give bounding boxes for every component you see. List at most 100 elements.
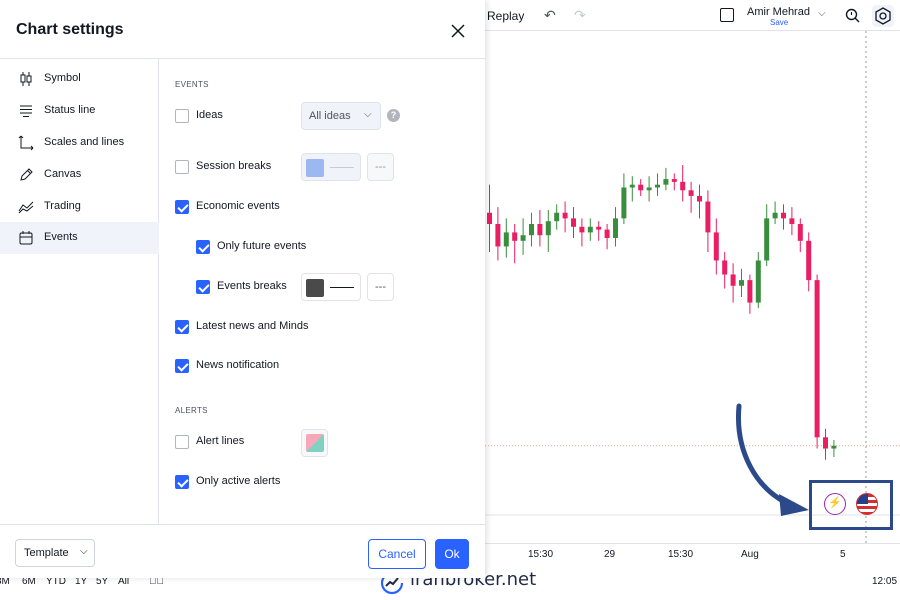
candle [487,184,492,253]
candle-body [503,232,509,247]
time-tick-label: 29 [604,549,616,560]
candle [520,218,526,255]
undo-icon[interactable]: ↶ [544,7,556,24]
candle [629,176,635,202]
clock[interactable]: 12:05 [872,576,897,587]
news-notification-label: News notification [196,359,280,371]
candle [613,207,618,247]
only-active-alerts-label: Only active alerts [196,475,281,487]
candle-body [806,240,812,281]
sidebar-item-canvas[interactable]: Canvas [0,159,159,191]
candle [529,212,534,247]
candle [789,207,795,236]
candle [621,173,627,224]
scales-icon [18,135,34,151]
quick-search-icon[interactable] [844,7,862,25]
only-future-events-checkbox[interactable] [196,240,210,254]
candle-body [638,184,644,191]
ideas-row[interactable]: Ideas [175,106,295,128]
session-breaks-style-button[interactable]: --- [367,153,394,181]
latest-news-checkbox[interactable] [175,320,189,334]
candlestick-chart[interactable] [485,31,900,543]
candle [730,263,736,303]
candle-body [545,221,551,236]
candle-body [512,232,518,241]
trading-icon [18,201,34,214]
user-name[interactable]: Amir Mehrad [747,6,810,18]
events-breaks-color-button[interactable] [301,273,361,301]
candle-body [831,445,837,449]
line-preview [330,287,354,288]
economic-events-row[interactable]: Economic events [175,197,315,219]
news-notification-checkbox[interactable] [175,359,189,373]
save-label[interactable]: Save [770,18,788,27]
alert-lines-checkbox[interactable] [175,435,189,449]
settings-hex-icon[interactable] [872,5,894,27]
layout-checkbox[interactable] [720,8,734,22]
candle [814,274,820,449]
economic-events-checkbox[interactable] [175,200,189,214]
chevron-down-icon[interactable]: ⌵ [818,8,826,19]
candle [755,252,761,309]
candle [646,176,652,202]
candle-body [562,212,568,219]
sidebar-item-symbol[interactable]: Symbol [0,63,159,95]
candle [806,232,812,292]
candle [579,218,585,247]
alert-lines-row[interactable]: Alert lines [175,432,295,454]
ideas-select[interactable]: All ideas ⌵ [301,102,381,130]
redo-icon[interactable]: ↷ [574,7,586,24]
template-dropdown[interactable]: Template ⌵ [15,539,95,567]
candle-body [730,274,736,286]
time-tick-label: 15:30 [668,549,694,560]
latest-news-row[interactable]: Latest news and Minds [175,317,335,339]
session-breaks-row[interactable]: Session breaks [175,157,295,179]
only-future-events-row[interactable]: Only future events [196,237,336,259]
news-notification-row[interactable]: News notification [175,356,315,378]
sidebar-item-label: Symbol [44,72,81,84]
chart-top-toolbar: Replay ↶ ↷ Amir Mehrad Save ⌵ [485,0,900,31]
sidebar-item-status-line[interactable]: Status line [0,95,159,127]
sidebar-item-events[interactable]: Events [0,222,159,254]
candle-body [671,179,677,182]
candle-body [579,226,585,233]
candle-body [772,212,778,219]
economic-events-label: Economic events [196,200,280,212]
candle [545,209,551,253]
cancel-button[interactable]: Cancel [368,539,426,569]
help-icon[interactable]: ? [387,109,400,122]
lightning-icon[interactable]: ⚡ [824,493,846,515]
only-active-alerts-row[interactable]: Only active alerts [175,472,315,494]
us-flag-icon[interactable] [856,493,878,515]
calendar-icon [19,231,33,245]
ideas-checkbox[interactable] [175,109,189,123]
time-tick-label: Aug [741,549,759,560]
candle [663,167,669,191]
replay-button[interactable]: Replay [487,9,524,23]
candle [671,173,677,191]
session-breaks-checkbox[interactable] [175,160,189,174]
candle-body [663,179,669,185]
candle [713,218,719,275]
candle-body [680,181,686,191]
sidebar-item-trading[interactable]: Trading [0,191,159,223]
candle-body [554,212,560,222]
latest-news-label: Latest news and Minds [196,320,309,332]
candle [562,201,568,233]
candle [823,428,828,460]
candle [797,218,803,253]
events-breaks-row[interactable]: Events breaks [196,277,296,299]
candle-body [789,218,795,224]
events-breaks-style-button[interactable]: --- [367,273,394,301]
session-breaks-color-button[interactable] [301,153,361,181]
events-breaks-checkbox[interactable] [196,280,210,294]
time-axis[interactable]: 15:30 29 15:30 Aug 5 [485,543,900,565]
candle [604,223,610,250]
ok-button[interactable]: Ok [435,539,469,569]
sidebar-item-scales[interactable]: Scales and lines [0,127,159,159]
close-icon[interactable] [447,20,469,42]
alert-lines-color-button[interactable] [301,429,328,457]
candle-body [613,218,618,239]
candle-body [621,187,627,219]
only-active-alerts-checkbox[interactable] [175,475,189,489]
